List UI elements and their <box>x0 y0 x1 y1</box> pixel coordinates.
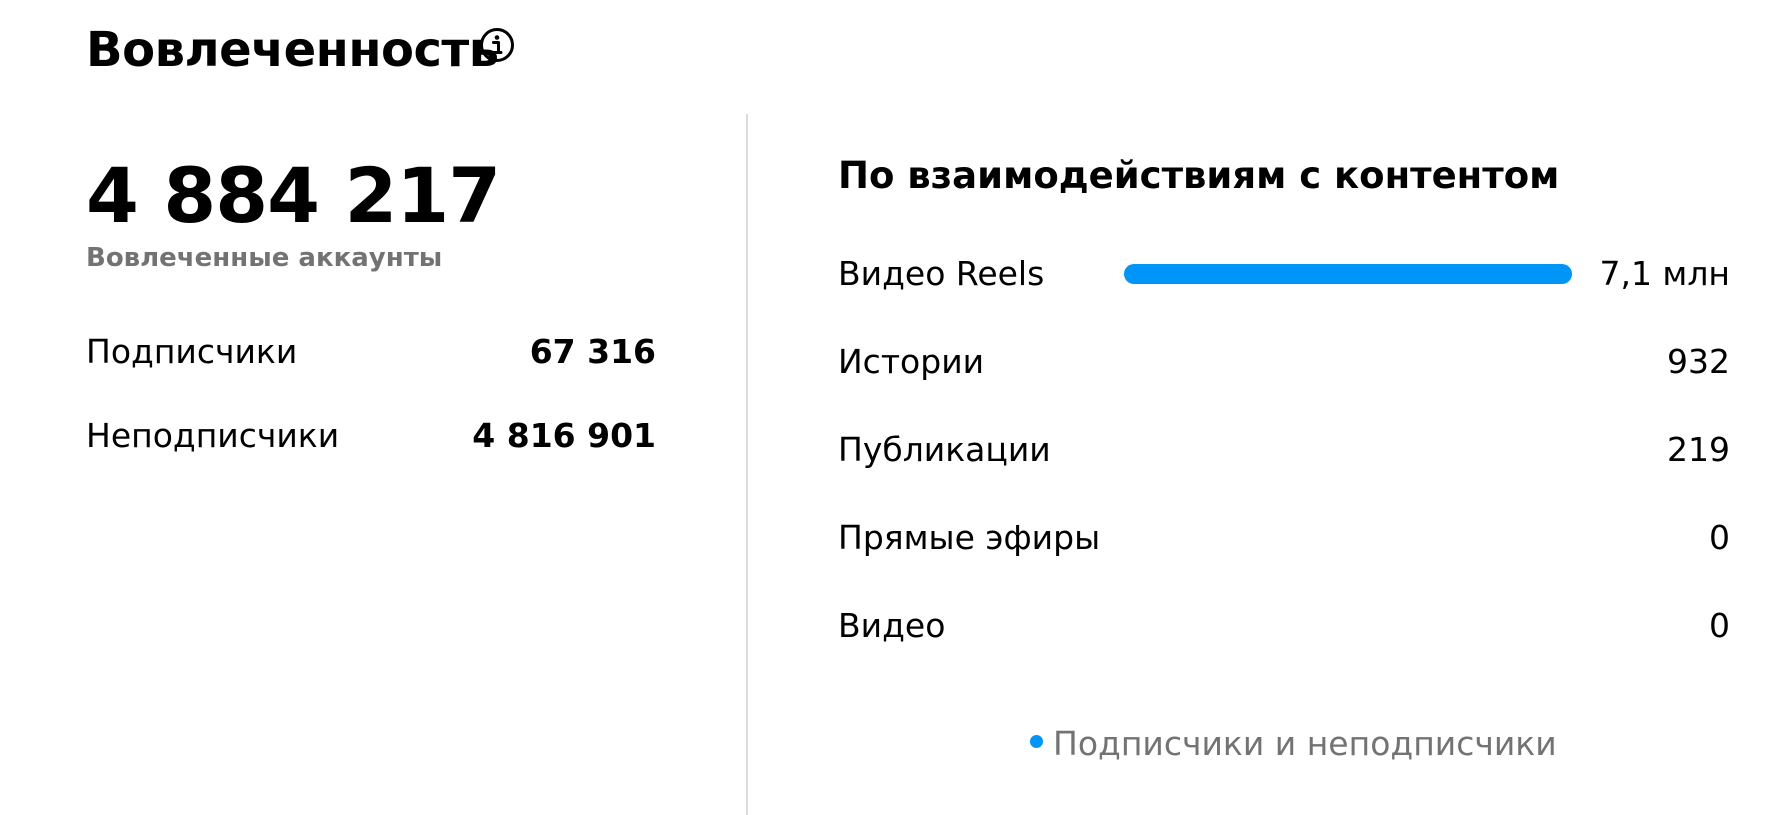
engaged-accounts-label: Вовлеченные аккаунты <box>86 243 443 273</box>
followers-value: 67 316 <box>529 332 656 371</box>
metric-label-posts: Публикации <box>838 430 1051 469</box>
engaged-accounts-total: 4 884 217 <box>86 151 501 240</box>
metric-value-stories: 932 <box>1667 342 1730 381</box>
followers-row: Подписчики 67 316 <box>86 330 656 374</box>
metric-row-reels: Видео Reels 7,1 млн <box>838 250 1730 298</box>
non-followers-label: Неподписчики <box>86 416 340 455</box>
metric-value-posts: 219 <box>1667 430 1730 469</box>
legend-dot <box>1030 734 1043 748</box>
metric-label-reels: Видео Reels <box>838 254 1045 293</box>
non-followers-row: Неподписчики 4 816 901 <box>86 414 656 458</box>
metric-row-video: Видео 0 <box>838 602 1730 650</box>
metric-value-reels: 7,1 млн <box>1599 254 1730 293</box>
bar-fill-reels <box>1124 264 1572 284</box>
section-title: По взаимодействиям с контентом <box>838 154 1560 197</box>
metric-row-posts: Публикации 219 <box>838 426 1730 474</box>
non-followers-value: 4 816 901 <box>472 416 656 455</box>
metric-row-live: Прямые эфиры 0 <box>838 514 1730 562</box>
metric-value-live: 0 <box>1709 518 1730 557</box>
metric-value-video: 0 <box>1709 606 1730 645</box>
metric-label-live: Прямые эфиры <box>838 518 1101 557</box>
legend: Подписчики и неподписчики <box>1030 722 1557 766</box>
info-icon[interactable] <box>479 27 515 63</box>
page-title: Вовлеченность <box>86 22 499 78</box>
bar-track-reels <box>1124 264 1572 284</box>
metric-label-stories: Истории <box>838 342 985 381</box>
followers-label: Подписчики <box>86 332 298 371</box>
metric-row-stories: Истории 932 <box>838 338 1730 386</box>
metric-label-video: Видео <box>838 606 946 645</box>
legend-label: Подписчики и неподписчики <box>1053 724 1557 763</box>
column-divider <box>746 114 748 815</box>
